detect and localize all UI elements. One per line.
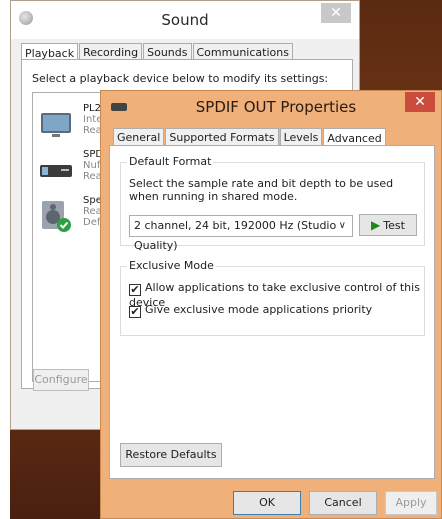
spdif-device-icon (40, 165, 72, 177)
chevron-down-icon: ∨ (338, 220, 346, 231)
props-close-button[interactable]: ✕ (405, 92, 435, 112)
exclusive-control-checkbox[interactable]: ✔ (129, 284, 141, 296)
advanced-panel: Default Format Select the sample rate an… (109, 145, 435, 479)
props-titlebar[interactable]: SPDIF OUT Properties ✕ (101, 91, 441, 123)
format-dropdown-value: 2 channel, 24 bit, 192000 Hz (Studio Qua… (134, 219, 337, 252)
ok-button[interactable]: OK (233, 491, 301, 515)
sound-window-title: Sound (161, 11, 209, 29)
exclusive-priority-option[interactable]: ✔ Give exclusive mode applications priori… (129, 303, 372, 318)
cancel-button[interactable]: Cancel (309, 491, 377, 515)
desktop-background (0, 0, 10, 519)
speaker-default-icon (42, 201, 71, 232)
exclusive-mode-group: Exclusive Mode ✔ Allow applications to ta… (120, 259, 425, 336)
restore-defaults-button[interactable]: Restore Defaults (120, 443, 222, 467)
exclusive-priority-label: Give exclusive mode applications priorit… (145, 303, 373, 316)
exclusive-priority-checkbox[interactable]: ✔ (129, 306, 141, 318)
format-dropdown[interactable]: 2 channel, 24 bit, 192000 Hz (Studio Qua… (129, 215, 353, 252)
playback-instructions: Select a playback device below to modify… (32, 72, 329, 85)
exclusive-mode-label: Exclusive Mode (127, 259, 216, 272)
spdif-properties-window: SPDIF OUT Properties ✕ General Supported… (100, 90, 442, 519)
apply-button[interactable]: Apply (385, 491, 437, 515)
play-icon: ▶ (371, 218, 381, 232)
default-format-label: Default Format (127, 155, 214, 168)
test-button[interactable]: ▶ Test (359, 214, 417, 236)
sound-titlebar[interactable]: Sound ✕ (11, 1, 359, 39)
default-format-description: Select the sample rate and bit depth to … (129, 177, 394, 203)
props-window-title: SPDIF OUT Properties (195, 98, 357, 116)
test-button-label: Test (383, 219, 405, 232)
sound-close-button[interactable]: ✕ (321, 3, 351, 23)
configure-button[interactable]: Configure (33, 369, 89, 391)
default-format-group: Default Format Select the sample rate an… (120, 155, 425, 252)
monitor-icon (41, 113, 71, 137)
